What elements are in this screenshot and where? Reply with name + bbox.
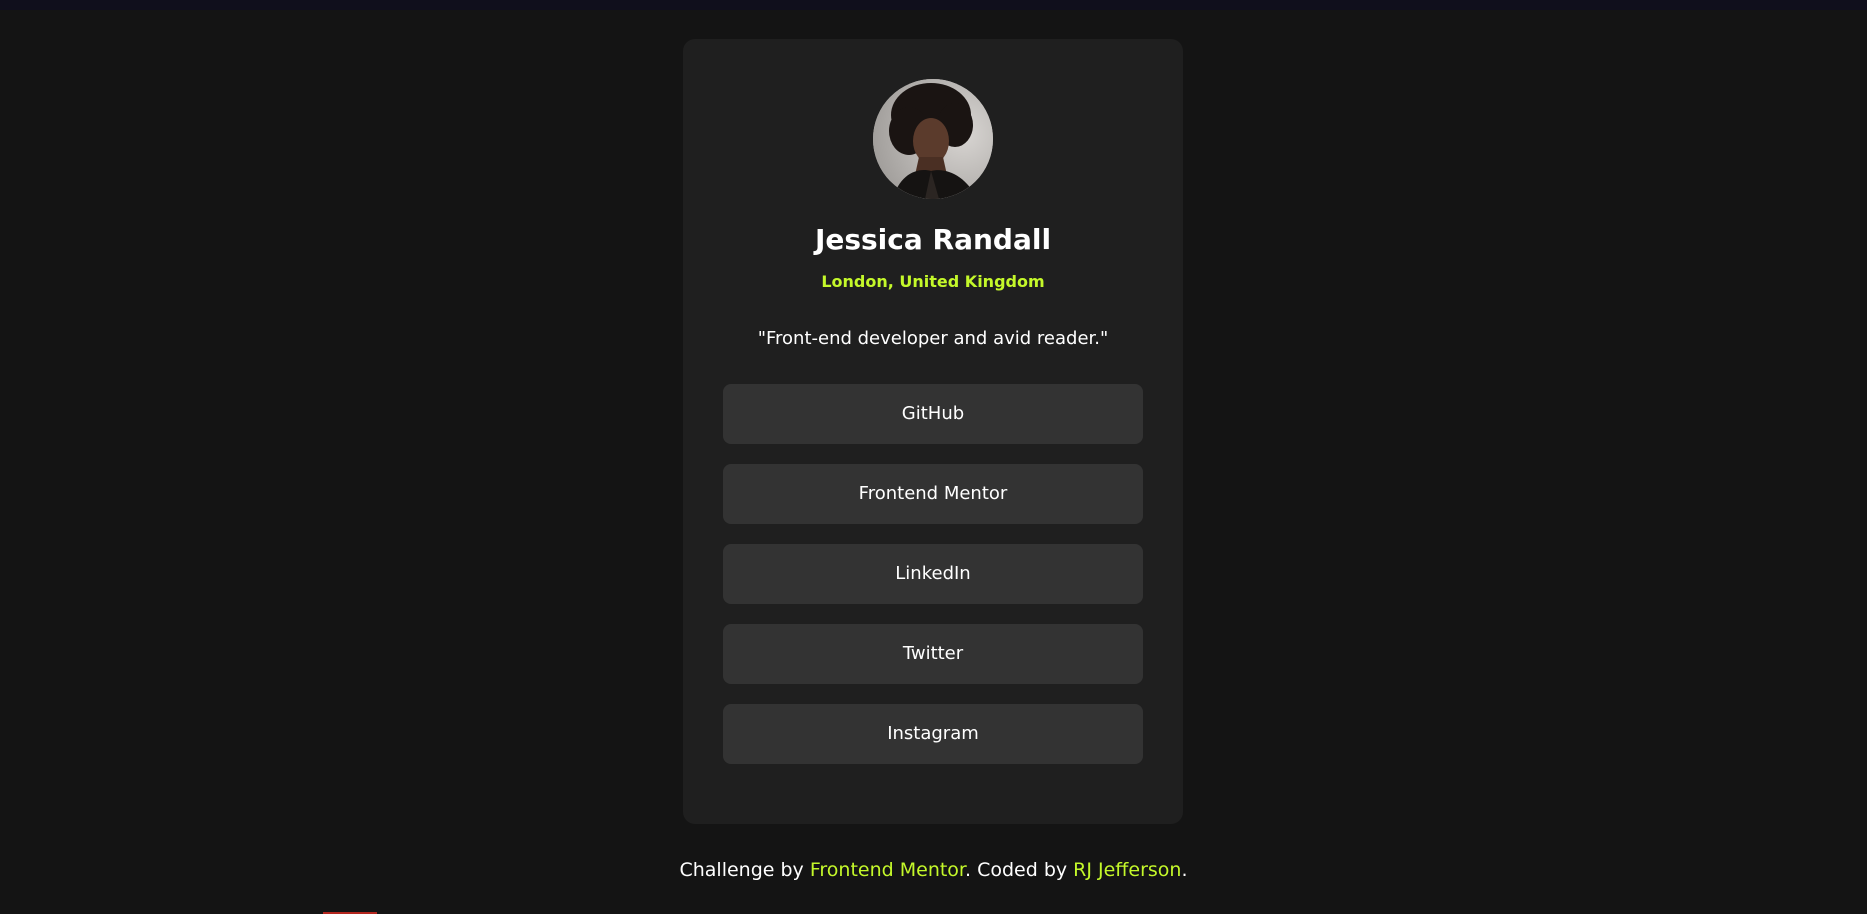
- avatar: [873, 79, 993, 199]
- author-footer-link[interactable]: RJ Jefferson: [1073, 859, 1181, 881]
- attribution-footer: Challenge by Frontend Mentor. Coded by R…: [0, 858, 1867, 882]
- profile-bio: "Front-end developer and avid reader.": [757, 328, 1109, 349]
- top-bar: [0, 0, 1867, 10]
- frontend-mentor-link-button[interactable]: Frontend Mentor: [723, 464, 1143, 524]
- profile-card: Jessica Randall London, United Kingdom "…: [683, 39, 1183, 824]
- profile-name: Jessica Randall: [814, 223, 1052, 256]
- portrait-photo-icon: [873, 79, 993, 199]
- footer-prefix: Challenge by: [679, 859, 810, 881]
- github-link-button[interactable]: GitHub: [723, 384, 1143, 444]
- frontend-mentor-footer-link[interactable]: Frontend Mentor: [810, 859, 965, 881]
- linkedin-link-button[interactable]: LinkedIn: [723, 544, 1143, 604]
- instagram-link-button[interactable]: Instagram: [723, 704, 1143, 764]
- profile-location: London, United Kingdom: [821, 272, 1045, 291]
- footer-middle: . Coded by: [965, 859, 1074, 881]
- footer-suffix: .: [1181, 859, 1188, 881]
- twitter-link-button[interactable]: Twitter: [723, 624, 1143, 684]
- social-links: GitHub Frontend Mentor LinkedIn Twitter …: [723, 384, 1143, 784]
